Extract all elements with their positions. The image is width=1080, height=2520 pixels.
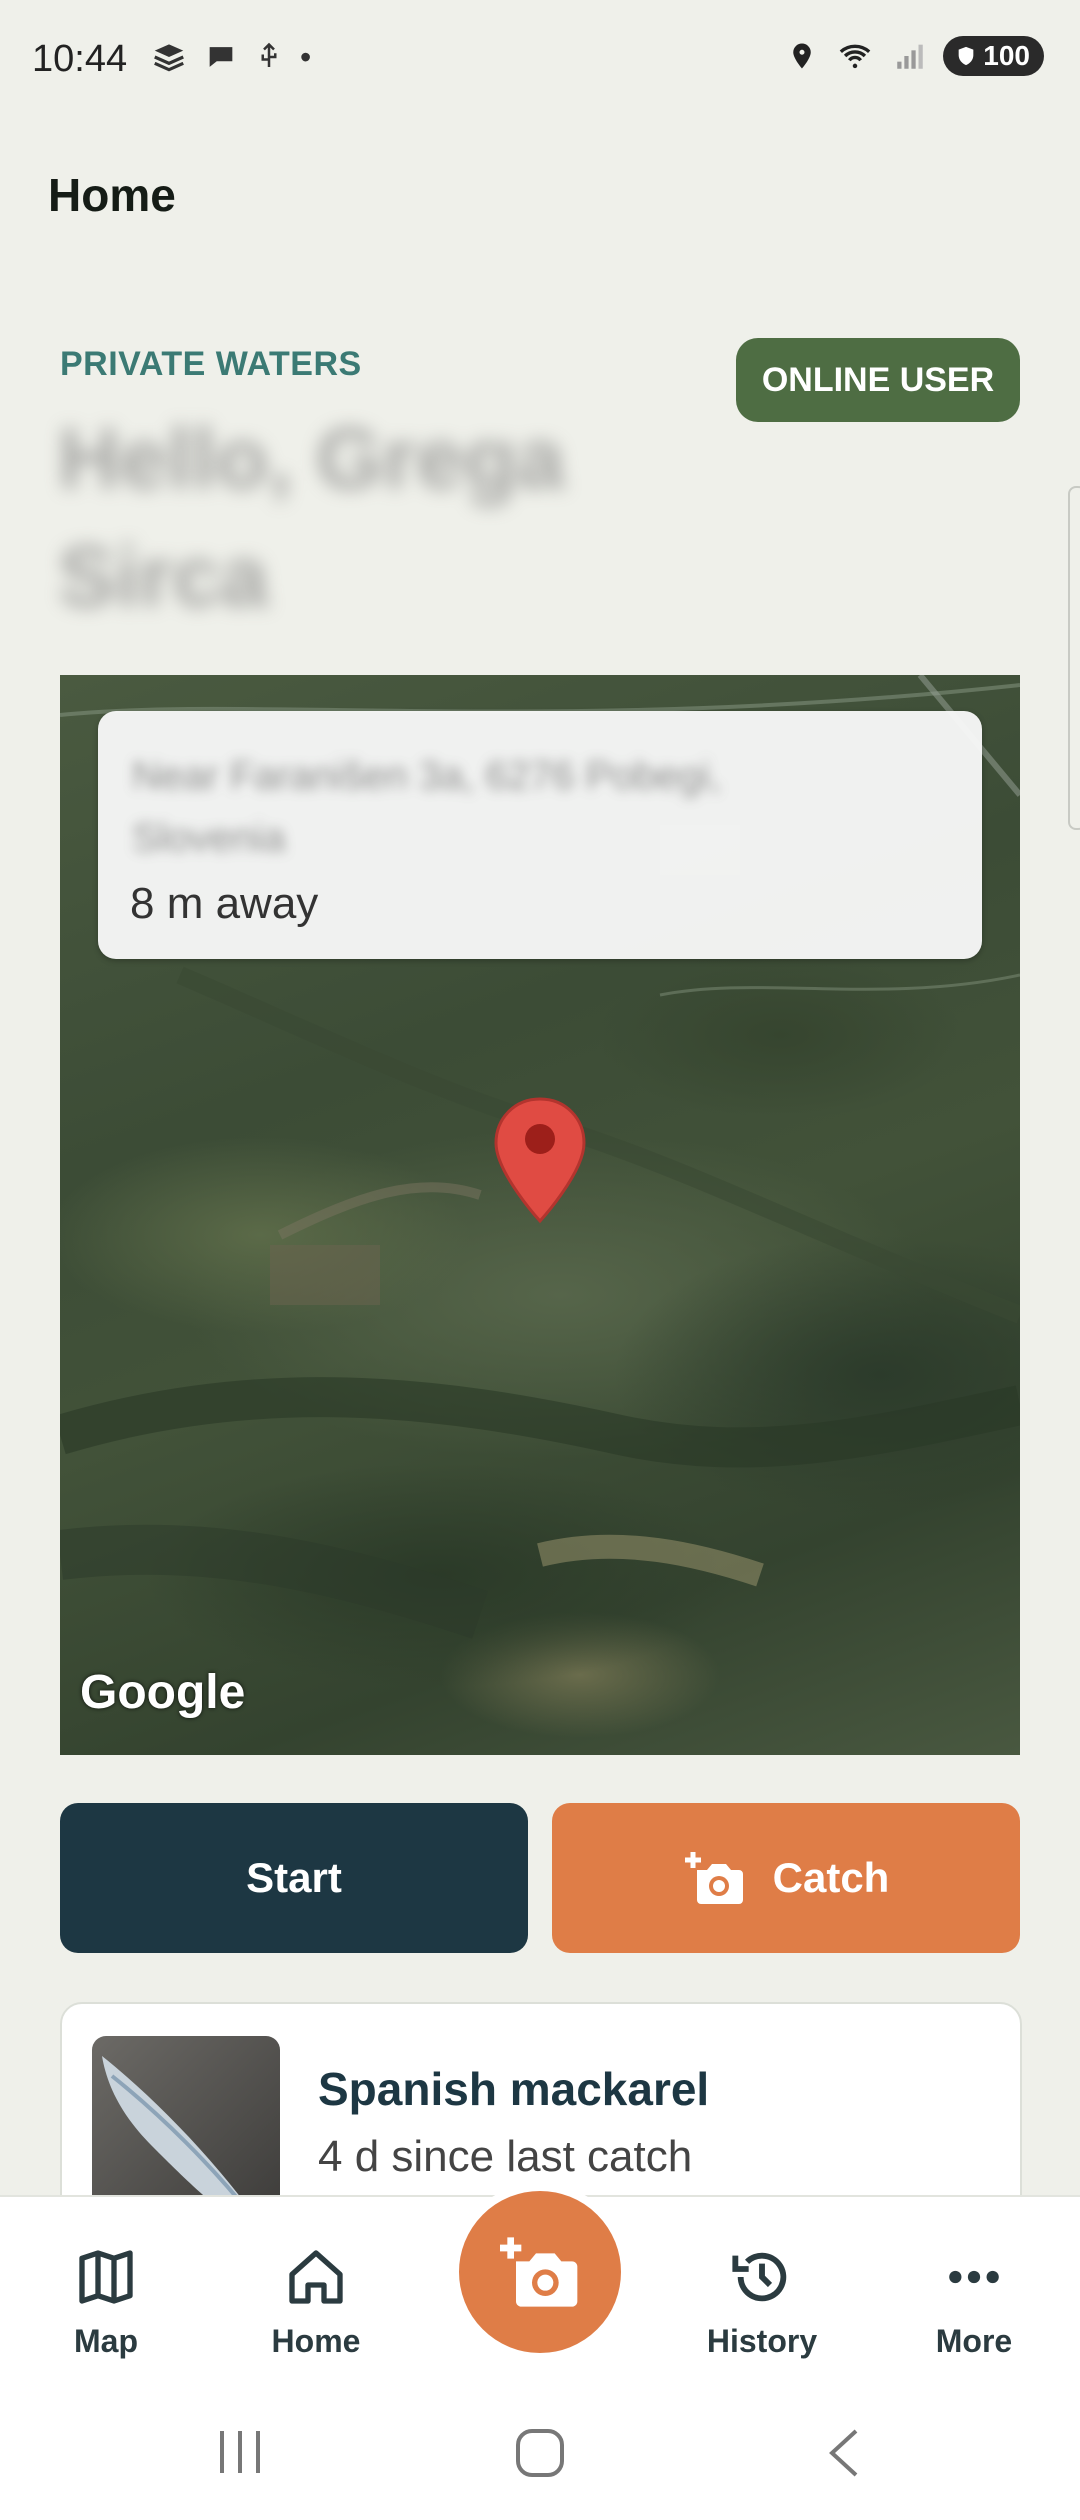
page-title: Home [48,169,176,221]
start-button[interactable]: Start [60,1803,528,1953]
scroll-indicator [1068,486,1080,830]
nav-label-home: Home [271,2323,361,2359]
nav-item-history[interactable]: History [672,2197,852,2377]
nav-label-map: Map [74,2323,138,2359]
more-icon [949,2270,999,2284]
add-photo-icon [500,2237,578,2307]
nav-label-more: More [935,2323,1013,2359]
signal-icon [897,44,924,69]
home-icon [289,2250,343,2304]
location-card[interactable]: Near Faranišen 3a, 6276 Pobegi, Slovenia… [98,711,982,959]
shield-icon [958,46,974,66]
add-photo-icon [684,1852,743,1904]
location-icon [793,43,812,69]
nav-item-more[interactable]: More [884,2197,1064,2377]
map-pin-icon[interactable] [490,1095,590,1225]
more-notifications-dot: • [300,38,312,75]
battery-indicator: 100 [943,36,1044,76]
home-button-icon[interactable] [512,2425,568,2481]
map-icon [79,2250,133,2304]
stack-icon [154,44,184,72]
catch-button-label: Catch [772,1854,890,1901]
status-time: 10:44 [32,38,128,80]
history-icon [732,2252,787,2302]
greeting-text: Hello, Grega Sirca [58,411,565,625]
google-logo: Google [80,1666,246,1719]
section-label: PRIVATE WATERS [60,345,362,383]
start-button-label: Start [246,1854,342,1901]
status-bar: 10:44 • 100 [0,0,1080,120]
location-address: Near Faranišen 3a, 6276 Pobegi, Slovenia [132,754,722,860]
fish-species: Spanish mackarel [318,2063,710,2115]
online-user-badge[interactable]: ONLINE USER [736,338,1020,422]
battery-level: 100 [983,40,1030,71]
location-distance: 8 m away [130,879,319,928]
back-icon[interactable] [822,2425,866,2481]
recent-apps-icon[interactable] [212,2427,268,2477]
add-catch-fab[interactable] [451,2183,629,2361]
system-nav-bar [0,2375,1080,2520]
map-view[interactable]: Near Faranišen 3a, 6276 Pobegi, Slovenia… [60,675,1020,1755]
nav-label-history: History [706,2323,818,2359]
time-since-catch: 4 d since last catch [318,2132,693,2181]
system-icons: 100 [787,36,1044,76]
wifi-icon [839,44,871,69]
nav-item-map[interactable]: Map [16,2197,196,2377]
usb-icon [261,42,277,67]
nav-item-home[interactable]: Home [226,2197,406,2377]
notification-icons: • [150,38,311,76]
catch-button[interactable]: Catch [552,1803,1020,1953]
chat-icon [209,47,233,67]
